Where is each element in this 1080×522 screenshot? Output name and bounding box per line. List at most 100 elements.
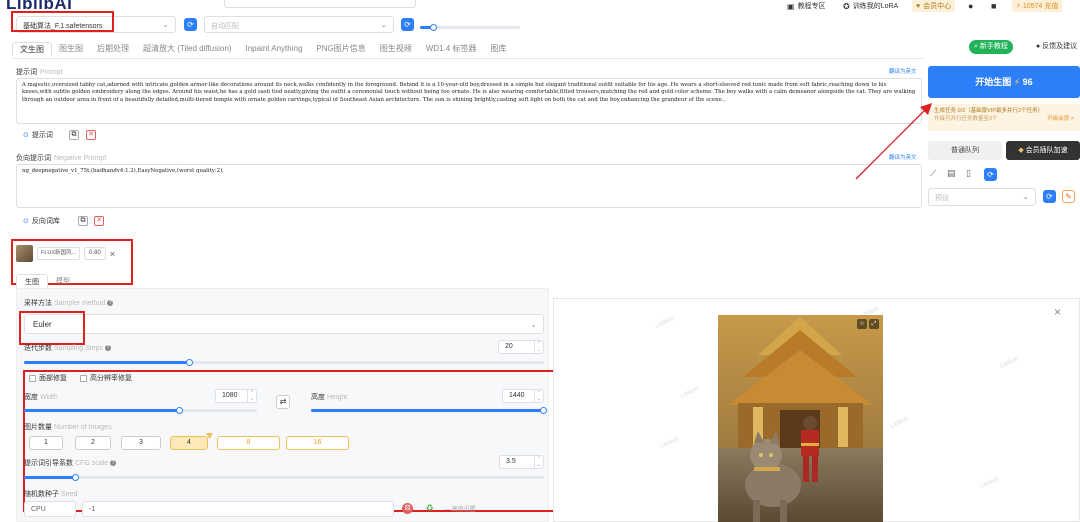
sampler-select[interactable]: Euler ⌄	[24, 314, 544, 334]
dice-icon[interactable]: ⚄	[402, 503, 413, 514]
tab-postprocess[interactable]: 后期处理	[90, 42, 136, 56]
tab-png-info[interactable]: PNG图片信息	[309, 42, 372, 56]
credits-button[interactable]: ⚡ 10574 充值	[1012, 0, 1063, 12]
expand-icon[interactable]: ⤢	[869, 319, 879, 329]
copy-icon: ⧉	[69, 130, 79, 140]
chevron-down-icon: —	[444, 507, 452, 513]
member-center-link[interactable]: ♥ 会员中心	[912, 0, 956, 12]
prompt-library-button[interactable]: ⊙ 提示词	[23, 130, 53, 140]
preset-select[interactable]: 预设 ⌄	[928, 188, 1036, 206]
checkbox-icon[interactable]	[80, 374, 87, 382]
recycle-icon[interactable]: ♻	[424, 503, 435, 514]
prompt-label: 提示词 Prompt	[16, 69, 63, 76]
app-logo[interactable]: LiblibAI	[6, 0, 72, 14]
document-icon[interactable]: ▯	[966, 168, 971, 179]
height-label: 高度 Height	[311, 394, 348, 401]
checkbox-icon[interactable]	[29, 374, 36, 382]
save-preset-button[interactable]: ⟳	[1043, 190, 1056, 203]
help-icon: ?	[105, 345, 112, 352]
negative-prompt-label: 负向提示词 Negative Prompt	[16, 155, 107, 162]
chevron-down-icon: ⌄	[530, 320, 537, 329]
model-select[interactable]: 基础算法_F.1.safetensors ⌄	[16, 16, 176, 33]
face-fix-option[interactable]: 面部修复	[29, 373, 67, 383]
help-icon: ?	[110, 460, 117, 467]
edit-preset-button[interactable]: ✎	[1062, 190, 1075, 203]
seed-device-select[interactable]: CPU	[24, 501, 76, 517]
refresh-vae-button[interactable]: ⟳	[401, 18, 414, 31]
stepper-icon[interactable]: ⌃ ⌄	[534, 456, 543, 468]
subtab-model[interactable]: 模型	[48, 274, 78, 289]
tab-img2video[interactable]: 图生视频	[373, 42, 419, 56]
width-input[interactable]: 1080 ⌃ ⌄	[215, 389, 257, 403]
notification-icon[interactable]: ■	[991, 0, 996, 12]
tab-inpaint-anything[interactable]: Inpaint Anything	[238, 42, 309, 56]
batch-option-16[interactable]: 16	[286, 436, 349, 450]
batch-option-3[interactable]: 3	[121, 436, 161, 450]
lora-thumbnail	[16, 245, 33, 262]
feedback-button[interactable]: ● 反馈及建议	[1036, 40, 1077, 54]
lora-item[interactable]: FLUX新国风... 0.80 ×	[16, 245, 115, 262]
batch-option-4[interactable]: 4	[170, 436, 208, 450]
chevron-down-icon: ⌄	[162, 20, 169, 29]
refresh-icon[interactable]: ⟳	[984, 168, 997, 181]
lora-weight-input[interactable]: 0.80	[84, 247, 106, 260]
hires-fix-option[interactable]: 高分辨率修复	[80, 373, 132, 383]
stepper-icon[interactable]: ⌃ ⌄	[534, 341, 543, 353]
copy-prompt-button[interactable]: ⧉	[69, 130, 79, 140]
cfg-slider[interactable]	[24, 476, 544, 479]
prompt-textarea[interactable]: A majestic,oversized tabby cat,adorned w…	[16, 78, 922, 124]
main-tabs: 文生图 图生图 后期处理 超清放大 (Tiled diffusion) Inpa…	[12, 42, 513, 56]
start-generate-button[interactable]: 开始生图 ⚡ 96	[928, 66, 1080, 98]
advanced-settings-link[interactable]: — 高级设置	[444, 504, 476, 513]
width-label: 宽度 Width	[24, 394, 58, 401]
translate-prompt-link[interactable]: 翻译为英文	[889, 67, 917, 75]
favorite-icon[interactable]: ☆	[857, 319, 867, 329]
vae-select[interactable]: 自动匹配 ⌄	[204, 16, 394, 33]
swap-dimensions-button[interactable]: ⇄	[276, 395, 290, 409]
negative-prompt-textarea[interactable]: ng_deepnegative_v1_75t,(badhandv4:1.2),E…	[16, 164, 922, 208]
steps-input[interactable]: 20 ⌃ ⌄	[498, 340, 544, 354]
vip-queue-button[interactable]: ◆ 会员插队加速	[1006, 141, 1080, 160]
steps-label: 迭代步数 Sampling Steps?	[24, 345, 112, 352]
generated-image[interactable]: ☆ ⤢	[718, 315, 883, 522]
height-input[interactable]: 1440 ⌃ ⌄	[502, 389, 544, 403]
sampler-label: 采样方法 Sampler method?	[24, 300, 114, 307]
upgrade-link[interactable]: 升级会员 >	[1047, 115, 1074, 123]
cfg-slider-thumb[interactable]	[72, 474, 79, 481]
delete-negative-button[interactable]: ✕	[94, 216, 104, 226]
tab-gallery[interactable]: 图库	[483, 42, 513, 56]
height-slider-thumb[interactable]	[540, 407, 547, 414]
train-lora-link[interactable]: ✪ 训练我的LoRA	[843, 0, 898, 12]
copy-negative-button[interactable]: ⧉	[78, 216, 88, 226]
stepper-icon[interactable]: ⌃ ⌄	[534, 390, 543, 402]
trash-icon[interactable]: ▤	[947, 168, 956, 179]
beginner-tutorial-button[interactable]: ⌕ 新手教程	[969, 40, 1013, 54]
message-icon[interactable]: ●	[968, 0, 973, 12]
refresh-model-button[interactable]: ⟳	[184, 18, 197, 31]
batch-option-1[interactable]: 1	[29, 436, 63, 450]
task-notice: 生成任务 0/2（基础版VIP最多并行2个任务） 升级可并行任务数量至3个 升级会…	[928, 104, 1080, 131]
width-slider-thumb[interactable]	[176, 407, 183, 414]
tab-tiled-diffusion[interactable]: 超清放大 (Tiled diffusion)	[136, 42, 238, 56]
annotation-arrow	[855, 103, 932, 180]
cfg-input[interactable]: 3.5 ⌃ ⌄	[499, 455, 544, 469]
tutorial-link[interactable]: ▣ 教程专区	[787, 0, 826, 12]
tab-img2img[interactable]: 图生图	[52, 42, 90, 56]
image-toolbar: ☆ ⤢	[857, 319, 879, 329]
seed-input[interactable]: -1	[82, 501, 394, 517]
chevron-up-icon: ⊙	[23, 218, 29, 225]
cfg-label: 提示词引导系数 CFG scale?	[24, 460, 117, 467]
stepper-icon[interactable]: ⌃ ⌄	[247, 390, 256, 402]
steps-slider-thumb[interactable]	[186, 359, 193, 366]
top-bar: LiblibAI 基础算法_F.1.safetensors ⌄ ⟳ 自动匹配 ⌄ ⟳…	[0, 0, 1080, 40]
batch-option-8[interactable]: 8	[217, 436, 280, 450]
clip-skip-thumb[interactable]	[430, 24, 437, 31]
tab-txt2img[interactable]: 文生图	[12, 42, 52, 56]
negative-library-button[interactable]: ⊙ 反向词库	[23, 216, 60, 226]
lora-name: FLUX新国风...	[37, 247, 81, 260]
subtab-generate[interactable]: 生图	[16, 274, 48, 289]
batch-option-2[interactable]: 2	[75, 436, 111, 450]
delete-prompt-button[interactable]: ✕	[86, 130, 96, 140]
close-icon[interactable]: ×	[110, 249, 115, 259]
tab-wd-tagger[interactable]: WD1.4 标签器	[419, 42, 484, 56]
